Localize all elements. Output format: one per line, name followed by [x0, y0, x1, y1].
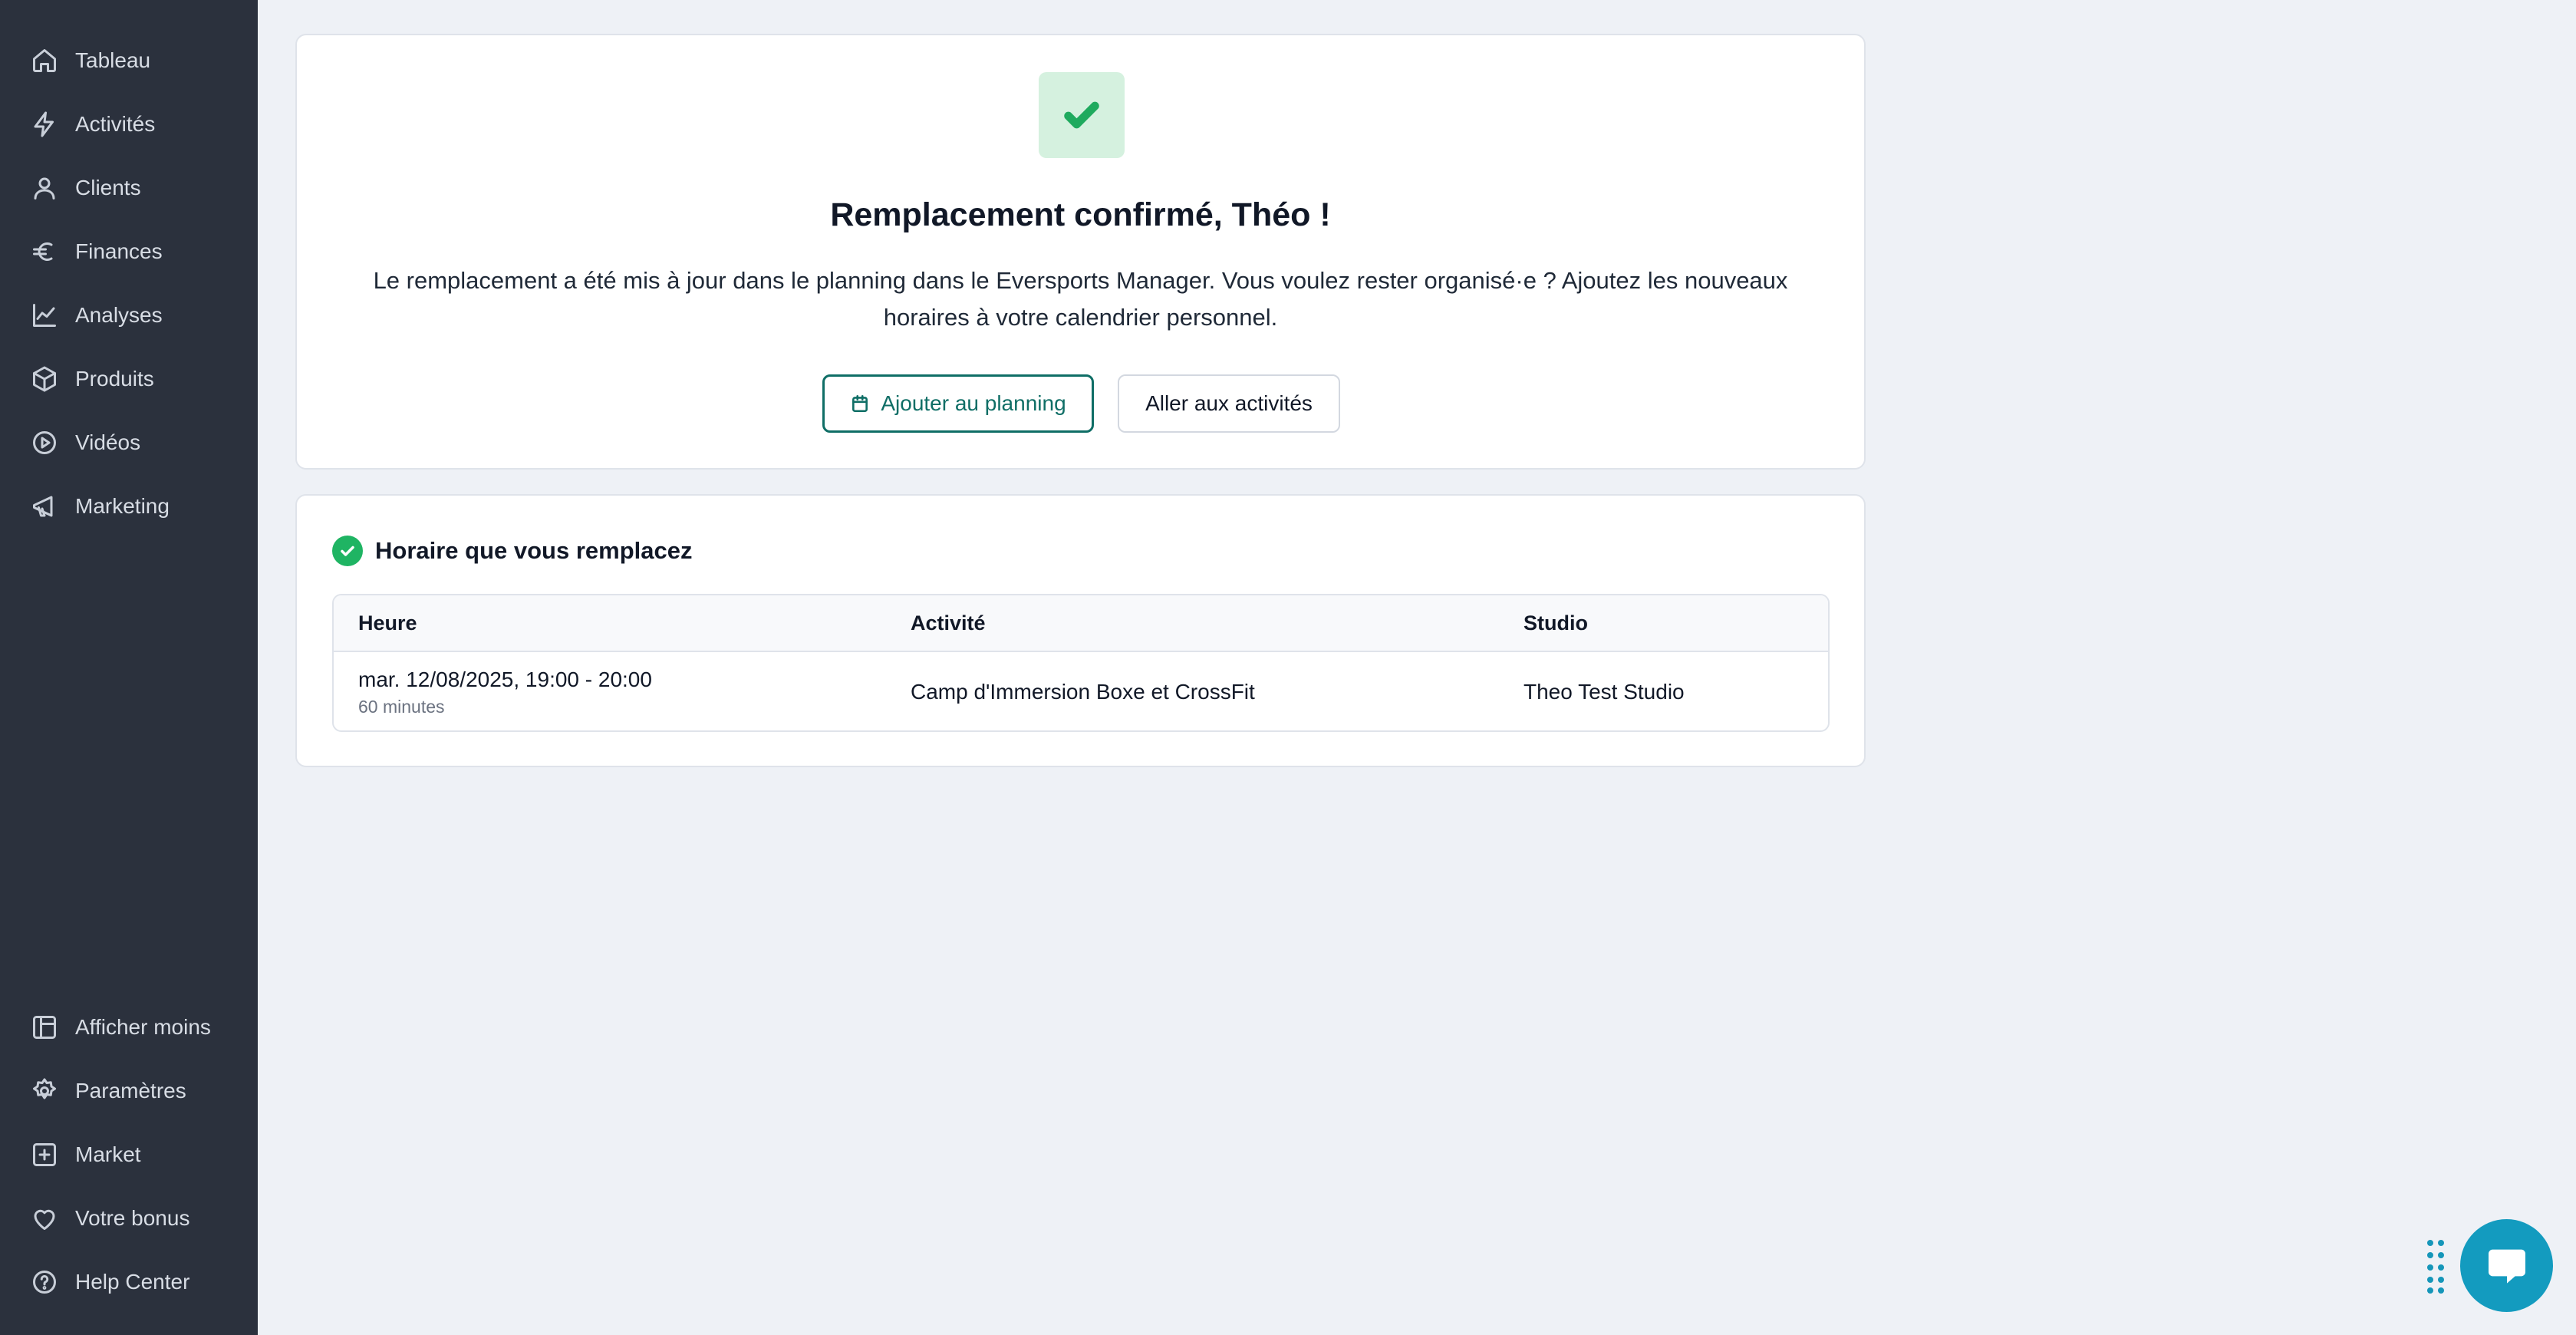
sidebar-item-label: Activités	[75, 112, 156, 136]
sidebar-item-parametres[interactable]: Paramètres	[31, 1070, 245, 1112]
sidebar-item-label: Vidéos	[75, 430, 141, 454]
duration: 60 minutes	[358, 696, 445, 717]
cell-time: mar. 12/08/2025, 19:00 - 20:00 60 minute…	[358, 652, 652, 730]
chart-line-icon	[31, 302, 58, 329]
chat-button[interactable]	[2460, 1219, 2553, 1312]
add-to-planning-button[interactable]: Ajouter au planning	[822, 374, 1094, 433]
sidebar-item-produits[interactable]: Produits	[31, 358, 245, 400]
check-circle-icon	[332, 536, 363, 566]
sidebar-item-videos[interactable]: Vidéos	[31, 421, 245, 464]
sidebar-item-label: Paramètres	[75, 1079, 186, 1103]
section-header: Horaire que vous remplacez	[332, 536, 693, 566]
sidebar-item-afficher-moins[interactable]: Afficher moins	[31, 1006, 245, 1049]
euro-icon	[31, 238, 58, 265]
sidebar-item-label: Analyses	[75, 303, 163, 327]
sidebar-item-label: Votre bonus	[75, 1206, 190, 1230]
sidebar-item-label: Tableau	[75, 48, 151, 72]
layout-icon	[31, 1014, 58, 1041]
box-icon	[31, 365, 58, 393]
sidebar-item-clients[interactable]: Clients	[31, 166, 245, 209]
sidebar-item-marketing[interactable]: Marketing	[31, 485, 245, 528]
drag-handle-icon[interactable]	[2426, 1238, 2447, 1294]
cell-activity: Camp d'Immersion Boxe et CrossFit	[911, 652, 1255, 730]
sidebar-item-label: Marketing	[75, 494, 170, 518]
add-to-planning-label: Ajouter au planning	[881, 391, 1066, 415]
sidebar-item-label: Produits	[75, 367, 154, 391]
success-badge	[1039, 72, 1125, 158]
column-header-activite: Activité	[911, 611, 986, 635]
help-circle-icon	[31, 1268, 58, 1296]
megaphone-icon	[31, 493, 58, 520]
schedule-table: Heure Activité Studio mar. 12/08/2025, 1…	[332, 594, 1830, 732]
cell-studio: Theo Test Studio	[1524, 652, 1685, 730]
column-header-heure: Heure	[358, 611, 417, 635]
studio-name: Theo Test Studio	[1524, 680, 1685, 704]
column-header-studio: Studio	[1524, 611, 1588, 635]
heart-icon	[31, 1205, 58, 1232]
calendar-icon	[852, 394, 868, 413]
sidebar-item-activites[interactable]: Activités	[31, 103, 245, 146]
activity-name: Camp d'Immersion Boxe et CrossFit	[911, 680, 1255, 704]
checkmark-icon	[1064, 101, 1099, 129]
gear-icon	[31, 1077, 58, 1105]
table-header: Heure Activité Studio	[334, 595, 1828, 652]
sidebar-item-votre-bonus[interactable]: Votre bonus	[31, 1197, 245, 1240]
sidebar-item-help-center[interactable]: Help Center	[31, 1261, 245, 1304]
sidebar-item-finances[interactable]: Finances	[31, 230, 245, 273]
time-range: mar. 12/08/2025, 19:00 - 20:00	[358, 667, 652, 691]
confirmation-message: Le remplacement a été mis à jour dans le…	[373, 267, 1788, 331]
home-icon	[31, 47, 58, 74]
sidebar-item-label: Clients	[75, 176, 141, 199]
go-to-activities-label: Aller aux activités	[1145, 391, 1313, 415]
chat-bubble-icon	[2488, 1249, 2525, 1284]
sidebar-item-label: Market	[75, 1142, 141, 1166]
sidebar: Tableau Activités Clients Finances Analy…	[0, 0, 258, 1335]
sidebar-item-tableau[interactable]: Tableau	[31, 39, 245, 82]
plus-square-icon	[31, 1141, 58, 1169]
go-to-activities-button[interactable]: Aller aux activités	[1118, 374, 1340, 433]
play-circle-icon	[31, 429, 58, 457]
sidebar-item-label: Help Center	[75, 1270, 190, 1294]
schedule-card: Horaire que vous remplacez Heure Activit…	[295, 494, 1866, 767]
sidebar-item-market[interactable]: Market	[31, 1133, 245, 1176]
confirmation-card: Remplacement confirmé, Théo ! Le remplac…	[295, 34, 1866, 470]
lightning-icon	[31, 110, 58, 138]
sidebar-item-label: Afficher moins	[75, 1015, 211, 1039]
sidebar-item-analyses[interactable]: Analyses	[31, 294, 245, 337]
section-title: Horaire que vous remplacez	[375, 537, 693, 564]
sidebar-item-label: Finances	[75, 239, 163, 263]
user-icon	[31, 174, 58, 202]
table-row: mar. 12/08/2025, 19:00 - 20:00 60 minute…	[334, 652, 1828, 730]
page-title: Remplacement confirmé, Théo !	[830, 196, 1331, 233]
